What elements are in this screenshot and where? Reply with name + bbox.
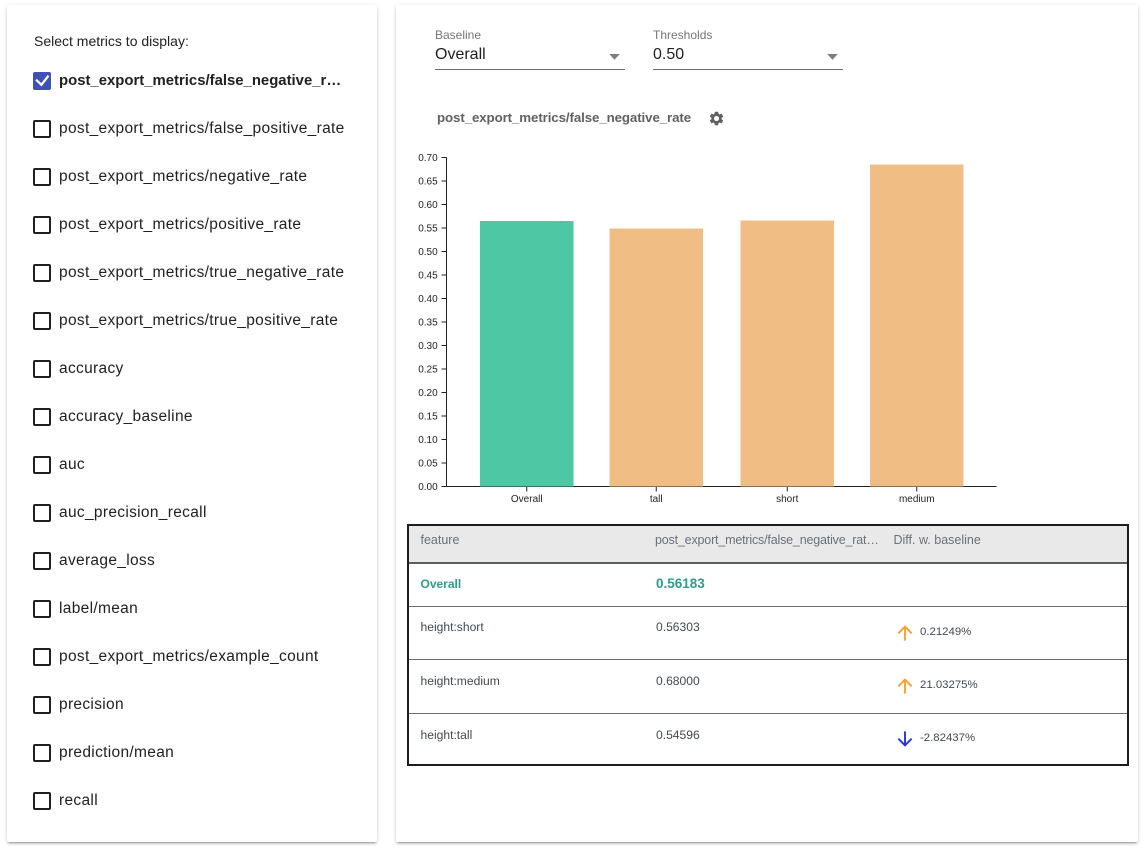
svg-text:0.05: 0.05 (418, 458, 438, 469)
svg-text:0.30: 0.30 (418, 341, 438, 352)
svg-text:0.40: 0.40 (418, 294, 438, 305)
svg-text:0.60: 0.60 (418, 200, 438, 211)
svg-text:0.10: 0.10 (418, 435, 438, 446)
svg-text:Overall: Overall (511, 494, 543, 505)
svg-text:medium: medium (899, 494, 935, 505)
svg-text:tall: tall (650, 494, 663, 505)
svg-text:0.20: 0.20 (418, 388, 438, 399)
svg-text:0.00: 0.00 (418, 482, 438, 493)
svg-text:0.25: 0.25 (418, 364, 438, 375)
svg-text:0.15: 0.15 (418, 411, 438, 422)
svg-text:0.70: 0.70 (418, 153, 438, 164)
svg-text:0.65: 0.65 (418, 176, 438, 187)
svg-text:0.35: 0.35 (418, 317, 438, 328)
svg-text:0.50: 0.50 (418, 247, 438, 258)
svg-text:short: short (776, 494, 798, 505)
svg-text:0.55: 0.55 (418, 223, 438, 234)
svg-text:0.45: 0.45 (418, 270, 438, 281)
